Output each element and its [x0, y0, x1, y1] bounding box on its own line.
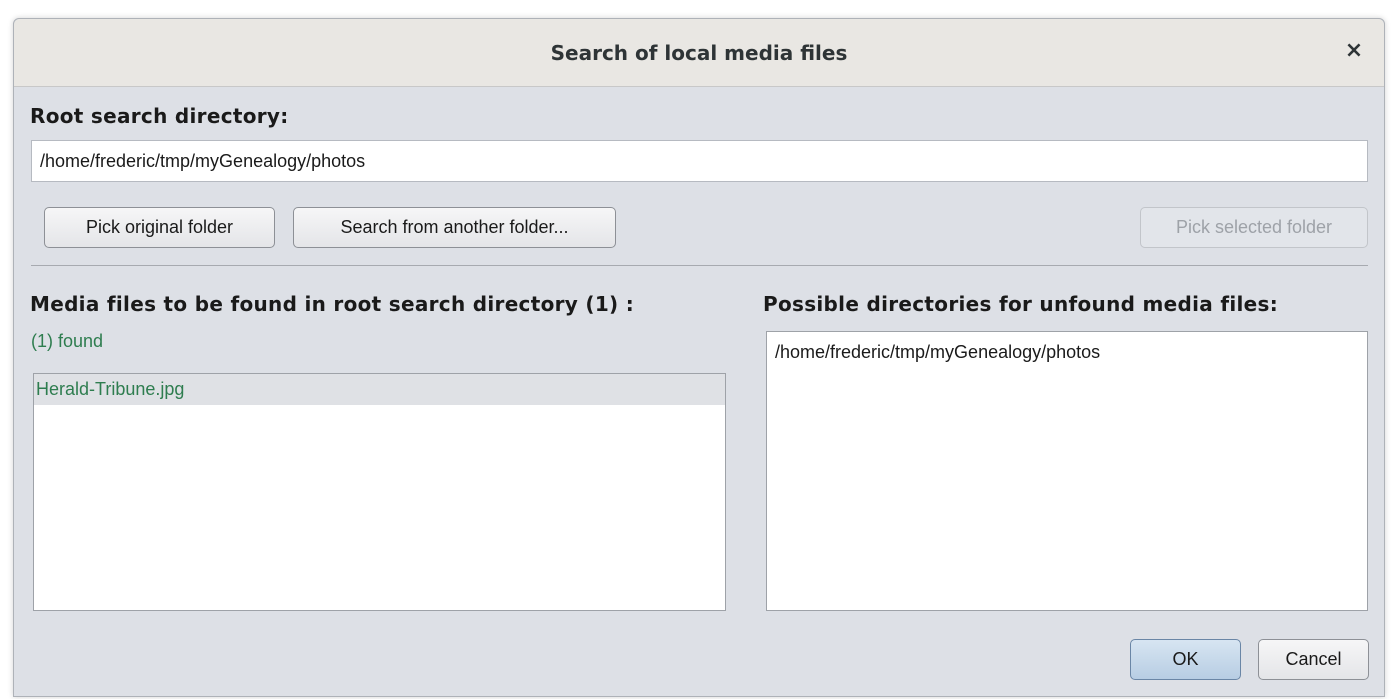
media-files-heading: Media files to be found in root search d…	[30, 292, 635, 316]
window: Search of local media files × Root searc…	[0, 0, 1397, 699]
pick-original-folder-button[interactable]: Pick original folder	[44, 207, 275, 248]
close-icon[interactable]: ×	[1342, 39, 1366, 63]
root-directory-field[interactable]: /home/frederic/tmp/myGenealogy/photos	[31, 140, 1368, 182]
possible-directories-heading: Possible directories for unfound media f…	[763, 292, 1279, 316]
possible-directories-list[interactable]: /home/frederic/tmp/myGenealogy/photos	[766, 331, 1368, 611]
cancel-button[interactable]: Cancel	[1258, 639, 1369, 680]
list-item[interactable]: Herald-Tribune.jpg	[34, 374, 725, 405]
separator	[31, 265, 1368, 266]
list-item[interactable]: /home/frederic/tmp/myGenealogy/photos	[767, 332, 1367, 372]
title-bar: Search of local media files ×	[14, 19, 1384, 87]
dialog-title: Search of local media files	[550, 41, 848, 65]
found-count-label: (1) found	[31, 331, 104, 351]
ok-button[interactable]: OK	[1130, 639, 1241, 680]
search-another-folder-button[interactable]: Search from another folder...	[293, 207, 616, 248]
media-files-list[interactable]: Herald-Tribune.jpg	[33, 373, 726, 611]
root-search-directory-heading: Root search directory:	[30, 104, 289, 128]
search-media-dialog: Search of local media files × Root searc…	[13, 18, 1385, 697]
pick-selected-folder-button[interactable]: Pick selected folder	[1140, 207, 1368, 248]
